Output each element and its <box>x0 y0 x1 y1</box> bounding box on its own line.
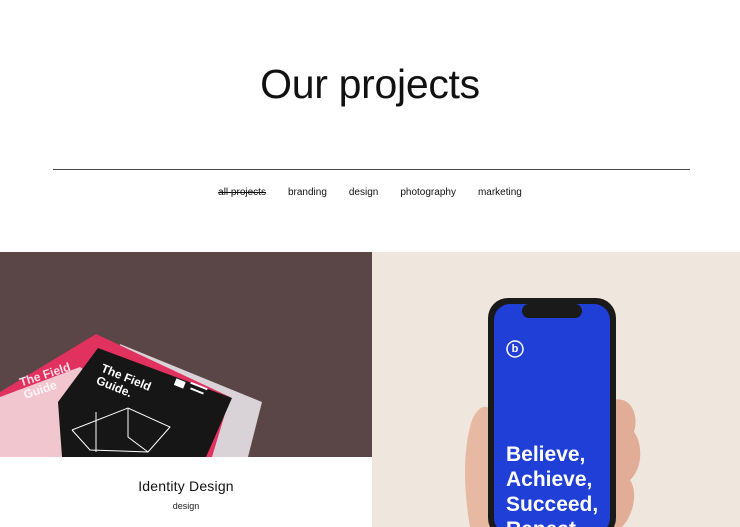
page-title: Our projects <box>260 61 480 107</box>
project-category: design <box>172 501 200 511</box>
phone-text-line: Achieve, <box>506 468 593 491</box>
filter-all-projects[interactable]: all projects <box>207 186 277 200</box>
filter-branding[interactable]: branding <box>277 186 338 200</box>
project-title[interactable]: Identity Design <box>0 478 372 494</box>
filter-nav: all projects branding design photography… <box>0 186 740 200</box>
filter-photography[interactable]: photography <box>389 186 467 200</box>
phone-logo: b <box>511 343 519 355</box>
filter-design[interactable]: design <box>338 186 389 200</box>
divider <box>53 169 690 170</box>
filter-marketing[interactable]: marketing <box>467 186 533 200</box>
phone-text-line: Believe, <box>506 443 586 466</box>
project-card-phone[interactable]: b Believe, Achieve, Succeed, Repeat <box>372 252 740 527</box>
phone-text-line: Repeat <box>506 517 598 527</box>
projects-page: Our projects all projects branding desig… <box>0 0 740 527</box>
project-card-identity-design[interactable]: The Field Guide. The Field Guide Identit… <box>0 252 372 527</box>
project-image-books <box>0 252 372 457</box>
phone-text: Believe, Achieve, Succeed, Repeat <box>506 442 598 527</box>
phone-text-line: Succeed, <box>506 493 599 516</box>
